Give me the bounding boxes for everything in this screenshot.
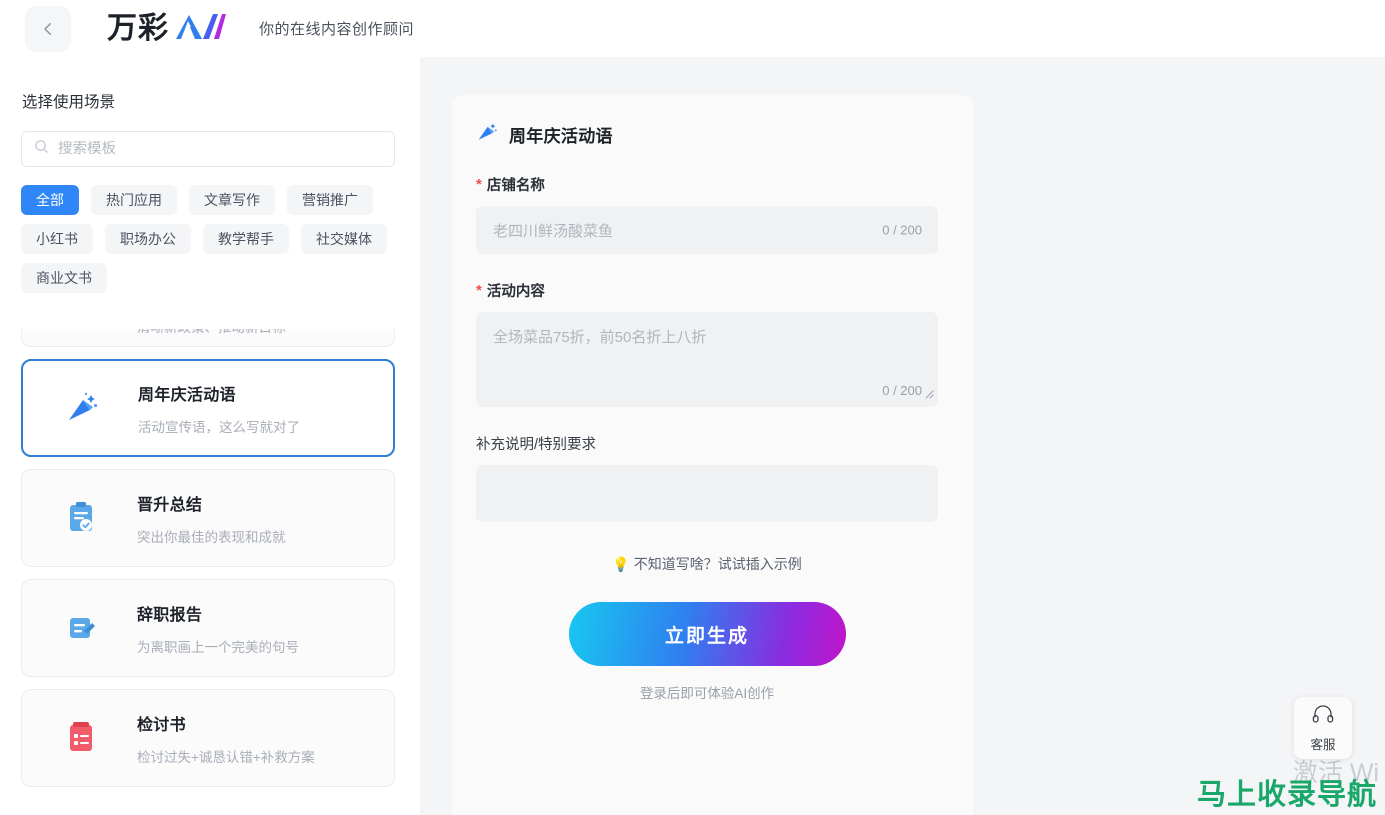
tag-label: 营销推广 bbox=[302, 192, 358, 208]
ai-logo-mark-icon bbox=[172, 10, 228, 47]
tag-label: 全部 bbox=[36, 192, 64, 208]
megaphone-icon bbox=[58, 329, 104, 340]
template-card-self-criticism[interactable]: 检讨书 检讨过失+诚恳认错+补救方案 bbox=[21, 689, 395, 787]
generation-form-card: 周年庆活动语 * 店铺名称 老四川鲜汤酸菜鱼 0 / 200 * 活动内容 全场… bbox=[452, 95, 973, 815]
hint-text: 不知道写啥？试试插入示例 bbox=[633, 556, 802, 572]
search-input[interactable] bbox=[58, 141, 358, 157]
extra-notes-textarea[interactable] bbox=[476, 465, 938, 522]
field-shop-name: * 店铺名称 老四川鲜汤酸菜鱼 0 / 200 bbox=[476, 174, 938, 254]
red-checklist-icon bbox=[58, 715, 104, 761]
field-label: * 活动内容 bbox=[476, 280, 938, 301]
tag-label: 社交媒体 bbox=[316, 231, 372, 247]
category-tag-business[interactable]: 商业文书 bbox=[21, 263, 107, 293]
template-name: 晋升总结 bbox=[137, 496, 203, 514]
tag-label: 热门应用 bbox=[106, 192, 162, 208]
char-counter: 0 / 200 bbox=[882, 383, 922, 398]
app-root: 万彩 你的在线内容创作顾问 选择使用场景 搜索模板 全部 热门应用 文章写作 营… bbox=[0, 0, 1385, 815]
brand-logo[interactable]: 万彩 bbox=[107, 10, 228, 47]
search-box[interactable] bbox=[21, 131, 395, 167]
field-label-text: 活动内容 bbox=[486, 284, 545, 300]
resize-handle-icon[interactable] bbox=[923, 386, 934, 404]
category-tag-marketing[interactable]: 营销推广 bbox=[287, 185, 373, 215]
tag-label: 商业文书 bbox=[36, 270, 92, 286]
template-card-resignation[interactable]: 辞职报告 为离职画上一个完美的句号 bbox=[21, 579, 395, 677]
customer-service-label: 客服 bbox=[1310, 737, 1336, 752]
template-list[interactable]: 清晰新政策、推动新目标 周年庆活动语 活动宣传语，这么写就对了 bbox=[0, 329, 420, 815]
category-tag-teaching[interactable]: 教学帮手 bbox=[203, 224, 289, 254]
char-counter: 0 / 200 bbox=[882, 222, 922, 238]
template-card-promotion-summary[interactable]: 晋升总结 突出你最佳的表现和成就 bbox=[21, 469, 395, 567]
customer-service-widget[interactable]: 客服 bbox=[1294, 697, 1352, 759]
lightbulb-icon: 💡 bbox=[612, 555, 630, 572]
chevron-left-icon bbox=[40, 21, 56, 37]
field-label-text: 店铺名称 bbox=[486, 178, 545, 194]
template-card-policy[interactable]: 清晰新政策、推动新目标 bbox=[21, 329, 395, 347]
textarea-placeholder: 全场菜品75折，前50名折上八折 bbox=[493, 329, 707, 346]
back-button[interactable] bbox=[25, 5, 71, 52]
template-name: 检讨书 bbox=[137, 716, 186, 734]
tag-label: 职场办公 bbox=[120, 231, 176, 247]
field-activity-content: * 活动内容 全场菜品75折，前50名折上八折 0 / 200 bbox=[476, 280, 938, 407]
field-extra-notes: 补充说明/特别要求 bbox=[476, 433, 938, 522]
form-title: 周年庆活动语 bbox=[509, 127, 613, 146]
category-tag-xiaohongshu[interactable]: 小红书 bbox=[21, 224, 93, 254]
field-label: 补充说明/特别要求 bbox=[476, 433, 938, 454]
template-desc: 突出你最佳的表现和成就 bbox=[137, 529, 286, 545]
document-pen-icon bbox=[58, 605, 104, 651]
template-name: 周年庆活动语 bbox=[138, 386, 236, 404]
insert-example-hint[interactable]: 💡 不知道写啥？试试插入示例 bbox=[476, 554, 938, 574]
category-tag-workplace[interactable]: 职场办公 bbox=[105, 224, 191, 254]
headset-icon bbox=[1312, 704, 1334, 729]
template-desc: 清晰新政策、推动新目标 bbox=[137, 329, 286, 336]
generate-button[interactable]: 立即生成 bbox=[568, 602, 846, 666]
category-tag-all[interactable]: 全部 bbox=[21, 185, 79, 215]
activity-content-textarea[interactable]: 全场菜品75折，前50名折上八折 0 / 200 bbox=[476, 312, 938, 407]
brand-tagline: 你的在线内容创作顾问 bbox=[259, 21, 415, 38]
required-mark: * bbox=[476, 282, 482, 299]
logo-text: 万彩 bbox=[107, 10, 169, 46]
clipboard-check-icon bbox=[58, 495, 104, 541]
site-watermark: 马上收录导航 bbox=[1196, 777, 1377, 811]
shop-name-input[interactable]: 老四川鲜汤酸菜鱼 0 / 200 bbox=[476, 206, 938, 254]
category-tag-social[interactable]: 社交媒体 bbox=[301, 224, 387, 254]
tag-label: 文章写作 bbox=[204, 192, 260, 208]
category-tag-hot[interactable]: 热门应用 bbox=[91, 185, 177, 215]
required-mark: * bbox=[476, 176, 482, 193]
tag-label: 小红书 bbox=[36, 231, 78, 247]
field-label: * 店铺名称 bbox=[476, 174, 938, 195]
app-header: 万彩 你的在线内容创作顾问 bbox=[0, 0, 1385, 57]
form-header: 周年庆活动语 bbox=[476, 121, 938, 148]
main-content: 周年庆活动语 * 店铺名称 老四川鲜汤酸菜鱼 0 / 200 * 活动内容 全场… bbox=[420, 57, 1385, 815]
template-card-anniversary[interactable]: 周年庆活动语 活动宣传语，这么写就对了 bbox=[21, 359, 395, 457]
template-name: 辞职报告 bbox=[137, 606, 203, 624]
sidebar: 选择使用场景 全部 热门应用 文章写作 营销推广 小红书 职场办公 教学帮手 社… bbox=[0, 57, 420, 815]
template-desc: 检讨过失+诚恳认错+补救方案 bbox=[137, 749, 315, 765]
input-placeholder: 老四川鲜汤酸菜鱼 bbox=[493, 222, 614, 240]
template-desc: 为离职画上一个完美的句号 bbox=[137, 639, 299, 655]
template-desc: 活动宣传语，这么写就对了 bbox=[138, 419, 300, 435]
party-popper-icon bbox=[59, 385, 105, 431]
category-tag-list: 全部 热门应用 文章写作 营销推广 小红书 职场办公 教学帮手 社交媒体 商业文… bbox=[21, 185, 395, 293]
sidebar-title: 选择使用场景 bbox=[22, 94, 116, 111]
party-popper-icon bbox=[476, 121, 498, 148]
generate-subtext: 登录后即可体验AI创作 bbox=[639, 686, 775, 701]
field-label-text: 补充说明/特别要求 bbox=[476, 437, 597, 453]
search-icon bbox=[34, 139, 49, 159]
tag-label: 教学帮手 bbox=[218, 231, 274, 247]
category-tag-article[interactable]: 文章写作 bbox=[189, 185, 275, 215]
